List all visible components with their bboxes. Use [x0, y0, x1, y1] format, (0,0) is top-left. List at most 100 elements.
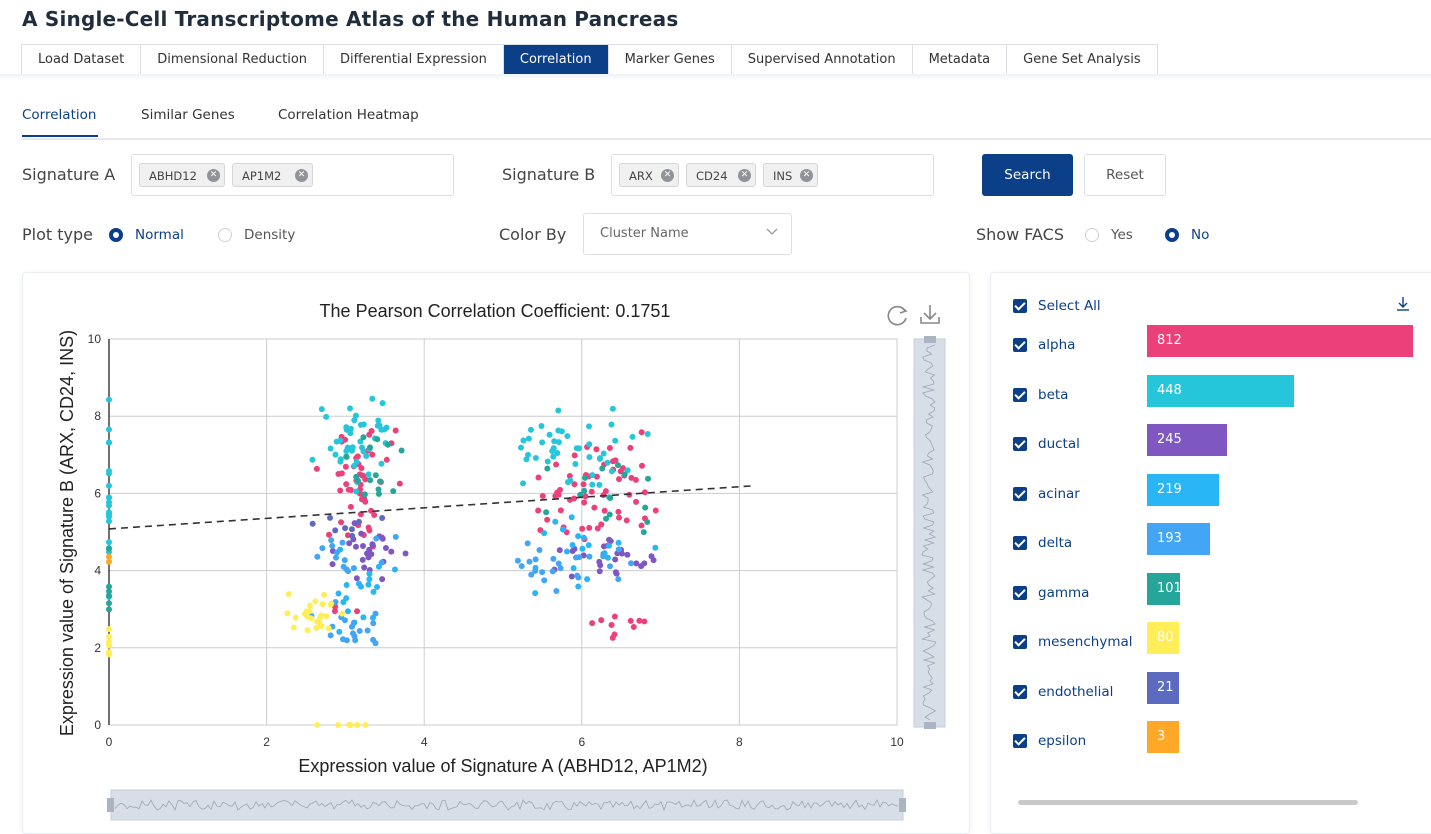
active-subtab-underline: [22, 135, 98, 137]
legend-item-alpha[interactable]: alpha: [1013, 334, 1075, 356]
legend-item-delta[interactable]: delta: [1013, 532, 1072, 554]
color-by-select[interactable]: Cluster Name: [583, 213, 792, 255]
legend-item-endothelial[interactable]: endothelial: [1013, 681, 1113, 703]
checkbox-checked-icon[interactable]: [1013, 486, 1027, 501]
scatter-point-alpha: [638, 462, 645, 469]
show-facs-no-radio[interactable]: No: [1165, 225, 1209, 245]
scatter-point-endothelial: [342, 525, 349, 532]
scatter-point-beta: [609, 405, 616, 412]
download-icon[interactable]: [920, 305, 940, 324]
tab-marker-genes[interactable]: Marker Genes: [609, 45, 732, 74]
scatter-point-delta: [532, 556, 539, 563]
scatter-point-alpha: [591, 504, 598, 511]
select-all-row[interactable]: Select All: [1013, 295, 1101, 317]
scatter-point-beta: [379, 400, 386, 407]
signature-a-input[interactable]: ABHD12 ✕ AP1M2 ✕: [131, 154, 454, 196]
y-range-slider[interactable]: [913, 336, 946, 729]
scatter-point-alpha: [354, 453, 361, 460]
checkbox-checked-icon[interactable]: [1013, 299, 1027, 313]
subtab-similar-genes[interactable]: Similar Genes: [141, 107, 235, 123]
checkbox-checked-icon[interactable]: [1013, 387, 1027, 402]
tab-correlation[interactable]: Correlation: [503, 45, 609, 74]
tag-close-icon[interactable]: ✕: [661, 169, 674, 182]
checkbox-checked-icon[interactable]: [1013, 684, 1027, 699]
show-facs-yes-radio[interactable]: Yes: [1085, 225, 1133, 245]
scatter-point-delta: [340, 636, 347, 643]
download-icon[interactable]: [1396, 296, 1410, 316]
slider-handle-left[interactable]: [107, 798, 114, 812]
tag-close-icon[interactable]: ✕: [800, 169, 813, 182]
tab-supervised-annotation[interactable]: Supervised Annotation: [732, 45, 913, 74]
scatter-point-alpha: [588, 488, 595, 495]
slider-handle-bottom[interactable]: [924, 722, 936, 729]
scatter-point-acinar: [559, 526, 566, 533]
scatter-point-beta: [327, 445, 334, 452]
scatter-point-mesenchymal: [290, 624, 297, 631]
refresh-icon[interactable]: [887, 305, 908, 326]
scatter-point-alpha: [627, 617, 634, 624]
checkbox-checked-icon[interactable]: [1013, 437, 1027, 451]
scatter-point-alpha: [616, 514, 623, 521]
scatter-point-beta: [608, 421, 615, 428]
scatter-point-alpha: [366, 431, 373, 438]
y-axis-label: Expression value of Signature B (ARX, CD…: [57, 330, 77, 736]
legend-item-label: delta: [1038, 535, 1073, 551]
chart-title: The Pearson Correlation Coefficient: 0.1…: [320, 301, 671, 321]
scatter-point-alpha: [593, 446, 600, 453]
search-button[interactable]: Search: [982, 154, 1073, 196]
scatter-point-beta: [376, 422, 383, 429]
scatter-point-alpha: [582, 493, 589, 500]
horizontal-scrollbar[interactable]: [1018, 800, 1358, 805]
checkbox-checked-icon[interactable]: [1013, 585, 1027, 600]
scatter-point-delta: [372, 610, 379, 617]
scatter-point-acinar: [532, 590, 539, 597]
legend-item-epsilon[interactable]: epsilon: [1013, 730, 1086, 752]
checkbox-checked-icon[interactable]: [1013, 734, 1027, 748]
scatter-point-gamma: [614, 462, 621, 469]
scatter-point-gamma: [581, 487, 588, 494]
legend-item-acinar[interactable]: acinar: [1013, 483, 1080, 505]
trend-line: [108, 484, 756, 530]
tab-dimensional-reduction[interactable]: Dimensional Reduction: [141, 45, 325, 74]
checkbox-checked-icon[interactable]: [1013, 338, 1027, 352]
tag-close-icon[interactable]: ✕: [207, 169, 220, 182]
scatter-point-alpha: [553, 461, 560, 468]
tab-load-dataset[interactable]: Load Dataset: [22, 45, 142, 74]
subtab-correlation-heatmap[interactable]: Correlation Heatmap: [278, 107, 419, 123]
slider-handle-right[interactable]: [899, 798, 906, 812]
scatter-point-alpha: [609, 634, 616, 641]
scatter-point-beta: [644, 430, 651, 437]
legend-item-beta[interactable]: beta: [1013, 384, 1068, 406]
checkbox-checked-icon[interactable]: [1013, 635, 1027, 649]
scatter-point-mesenchymal: [313, 625, 320, 632]
radio-selected-icon: [109, 228, 123, 242]
scatter-point-beta: [564, 433, 571, 440]
signature-b-input[interactable]: ARX ✕ CD24 ✕ INS ✕: [611, 154, 934, 196]
x-range-slider[interactable]: [107, 789, 906, 821]
scatter-point-delta: [333, 554, 340, 561]
legend-item-gamma[interactable]: gamma: [1013, 582, 1089, 604]
tab-metadata[interactable]: Metadata: [913, 45, 1008, 74]
scatter-point-acinar: [541, 530, 548, 537]
plot-type-density-radio[interactable]: Density: [218, 225, 295, 245]
tag-close-icon[interactable]: ✕: [738, 169, 751, 182]
tab-differential-expression[interactable]: Differential Expression: [324, 45, 504, 74]
plot-type-normal-radio[interactable]: Normal: [109, 225, 184, 245]
scatter-point-alpha: [366, 527, 373, 534]
scatter-point-alpha: [641, 489, 648, 496]
subtab-correlation[interactable]: Correlation: [22, 107, 96, 123]
chart-grid: [108, 338, 898, 726]
legend-count-bar: 245: [1147, 424, 1228, 456]
scatter-point-gamma: [106, 583, 112, 590]
checkbox-checked-icon[interactable]: [1013, 536, 1027, 550]
scatter-point-acinar: [365, 581, 372, 588]
slider-handle-top[interactable]: [924, 336, 936, 343]
reset-button[interactable]: Reset: [1084, 154, 1166, 196]
scatter-point-delta: [314, 553, 321, 560]
tab-gene-set-analysis[interactable]: Gene Set Analysis: [1007, 45, 1156, 74]
legend-item-mesenchymal[interactable]: mesenchymal: [1013, 631, 1133, 653]
tag-close-icon[interactable]: ✕: [295, 169, 308, 182]
scatter-point-delta: [573, 554, 580, 561]
legend-item-ductal[interactable]: ductal: [1013, 433, 1080, 455]
scatter-point-ductal: [382, 545, 389, 552]
